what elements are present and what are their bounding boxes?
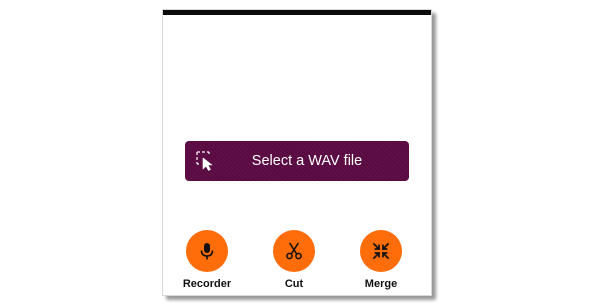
select-wav-file-label: Select a WAV file bbox=[251, 153, 363, 169]
app-screen: Select a WAV file Recorder Cut Merge bbox=[162, 9, 432, 296]
recorder-circle[interactable] bbox=[186, 230, 228, 272]
merge-label: Merge bbox=[364, 278, 398, 290]
cut-button[interactable]: Cut bbox=[254, 230, 334, 292]
merge-arrows-icon bbox=[372, 242, 390, 260]
cut-label: Cut bbox=[284, 278, 304, 290]
select-wav-file-button[interactable]: Select a WAV file bbox=[185, 141, 409, 181]
select-cursor-icon bbox=[196, 151, 216, 171]
status-bar bbox=[163, 10, 431, 15]
recorder-button[interactable]: Recorder bbox=[167, 230, 247, 292]
microphone-icon bbox=[200, 243, 214, 260]
merge-button[interactable]: Merge bbox=[341, 230, 421, 292]
merge-circle[interactable] bbox=[360, 230, 402, 272]
recorder-label: Recorder bbox=[182, 278, 232, 290]
scissors-icon bbox=[286, 242, 302, 260]
cut-circle[interactable] bbox=[273, 230, 315, 272]
